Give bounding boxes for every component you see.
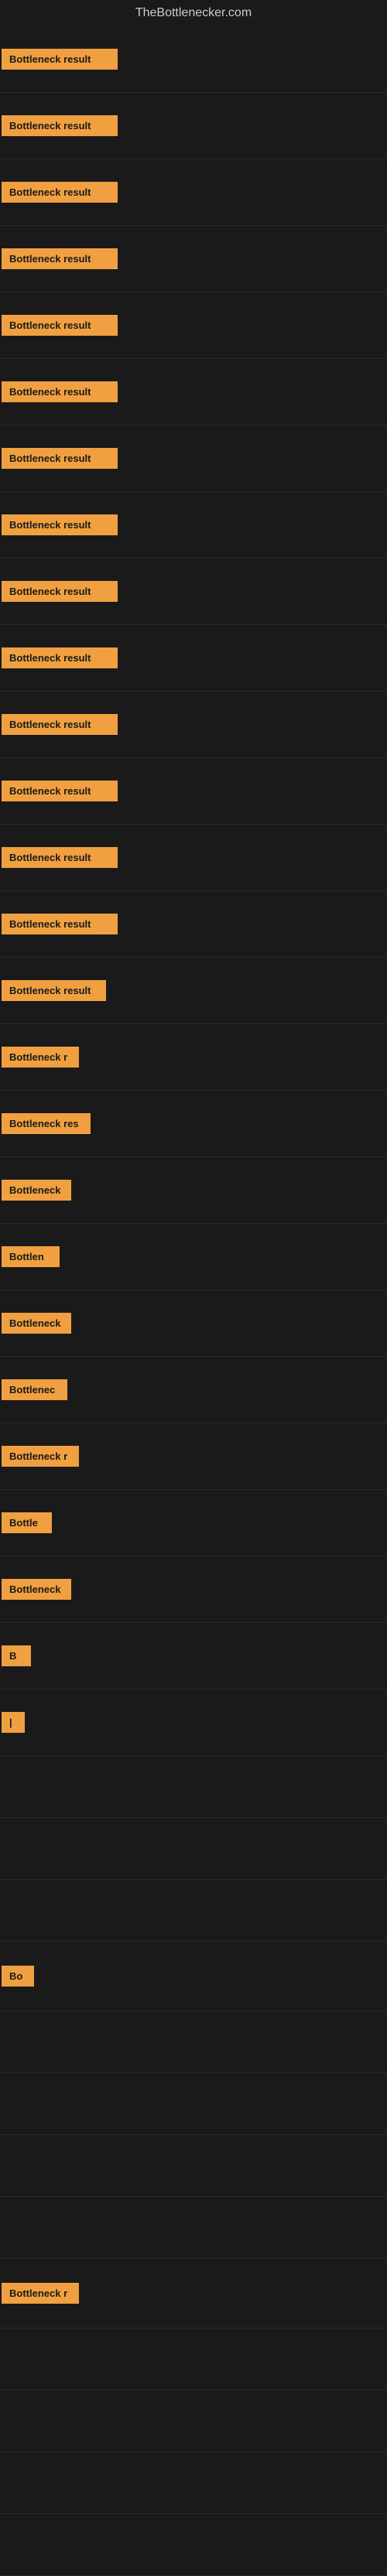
list-item: Bottleneck result bbox=[0, 559, 387, 625]
list-item: Bottleneck result bbox=[0, 159, 387, 226]
bottleneck-badge[interactable]: Bottleneck res bbox=[2, 1113, 91, 1134]
list-item bbox=[0, 2197, 387, 2259]
list-item: Bottlenec bbox=[0, 1357, 387, 1423]
list-item bbox=[0, 2390, 387, 2452]
list-item: Bottleneck bbox=[0, 1157, 387, 1224]
bottleneck-badge[interactable]: Bottleneck result bbox=[2, 182, 118, 203]
list-item: Bottleneck result bbox=[0, 26, 387, 93]
list-item: Bottleneck result bbox=[0, 93, 387, 159]
bottleneck-badge[interactable]: Bottleneck result bbox=[2, 381, 118, 402]
list-item: | bbox=[0, 1689, 387, 1756]
list-item: Bottleneck result bbox=[0, 492, 387, 559]
list-item: Bottleneck result bbox=[0, 958, 387, 1024]
list-item bbox=[0, 2452, 387, 2514]
bottleneck-badge[interactable]: Bottleneck result bbox=[2, 115, 118, 136]
bottleneck-badge[interactable]: Bottleneck result bbox=[2, 914, 118, 934]
list-item: Bottleneck res bbox=[0, 1091, 387, 1157]
list-item: Bottleneck bbox=[0, 1556, 387, 1623]
bottleneck-badge[interactable]: Bottleneck result bbox=[2, 714, 118, 735]
bottleneck-badge[interactable]: Bottleneck bbox=[2, 1180, 71, 1201]
bottleneck-badge[interactable]: Bottleneck result bbox=[2, 647, 118, 668]
bottleneck-badge[interactable]: Bottleneck result bbox=[2, 248, 118, 269]
list-item: Bottleneck r bbox=[0, 2259, 387, 2328]
list-item bbox=[0, 2073, 387, 2135]
list-item bbox=[0, 1880, 387, 1942]
list-item: Bottleneck r bbox=[0, 1423, 387, 1490]
list-item: Bottleneck result bbox=[0, 292, 387, 359]
page-container: TheBottlenecker.com Bottleneck resultBot… bbox=[0, 0, 387, 2576]
bottleneck-badge[interactable]: B bbox=[2, 1645, 31, 1666]
list-item bbox=[0, 1818, 387, 1880]
bottleneck-badge[interactable]: Bottleneck r bbox=[2, 1047, 79, 1068]
bottleneck-badge[interactable]: Bottle bbox=[2, 1512, 52, 1533]
bottleneck-badge[interactable]: Bottlenec bbox=[2, 1379, 67, 1400]
list-item: Bo bbox=[0, 1942, 387, 2011]
list-item: Bottleneck result bbox=[0, 758, 387, 825]
list-item bbox=[0, 2011, 387, 2073]
bottleneck-badge[interactable]: Bottleneck result bbox=[2, 49, 118, 70]
list-item: Bottleneck result bbox=[0, 359, 387, 425]
list-item: Bottleneck r bbox=[0, 1024, 387, 1091]
list-item: Bottleneck result bbox=[0, 425, 387, 492]
site-title: TheBottlenecker.com bbox=[0, 0, 387, 26]
list-item: B bbox=[0, 1623, 387, 1689]
list-item: Bottleneck result bbox=[0, 226, 387, 292]
bottleneck-badge[interactable]: Bo bbox=[2, 1966, 34, 1987]
list-item: Bottleneck result bbox=[0, 825, 387, 891]
bottleneck-badge[interactable]: | bbox=[2, 1712, 25, 1733]
list-item: Bottlen bbox=[0, 1224, 387, 1290]
bottleneck-badge[interactable]: Bottleneck result bbox=[2, 315, 118, 336]
bottleneck-badge[interactable]: Bottleneck result bbox=[2, 980, 106, 1001]
list-item: Bottleneck result bbox=[0, 891, 387, 958]
bottleneck-badge[interactable]: Bottleneck bbox=[2, 1313, 71, 1334]
list-item: Bottleneck result bbox=[0, 625, 387, 692]
bottleneck-badge[interactable]: Bottlen bbox=[2, 1246, 60, 1267]
bottleneck-badge[interactable]: Bottleneck result bbox=[2, 847, 118, 868]
bottleneck-badge[interactable]: Bottleneck result bbox=[2, 448, 118, 469]
list-item: Bottle bbox=[0, 1490, 387, 1556]
bottleneck-badge[interactable]: Bottleneck result bbox=[2, 514, 118, 535]
list-item bbox=[0, 2135, 387, 2197]
list-item: Bottleneck bbox=[0, 1290, 387, 1357]
list-item bbox=[0, 1756, 387, 1818]
bottleneck-badge[interactable]: Bottleneck r bbox=[2, 1446, 79, 1467]
items-list: Bottleneck result Bottleneck result Bottle… bbox=[0, 26, 387, 2576]
bottleneck-badge[interactable]: Bottleneck result bbox=[2, 581, 118, 602]
list-item: Bottleneck result bbox=[0, 692, 387, 758]
bottleneck-badge[interactable]: Bottleneck r bbox=[2, 2283, 79, 2304]
bottleneck-badge[interactable]: Bottleneck bbox=[2, 1579, 71, 1600]
list-item bbox=[0, 2328, 387, 2390]
bottleneck-badge[interactable]: Bottleneck result bbox=[2, 781, 118, 801]
list-item bbox=[0, 2514, 387, 2576]
